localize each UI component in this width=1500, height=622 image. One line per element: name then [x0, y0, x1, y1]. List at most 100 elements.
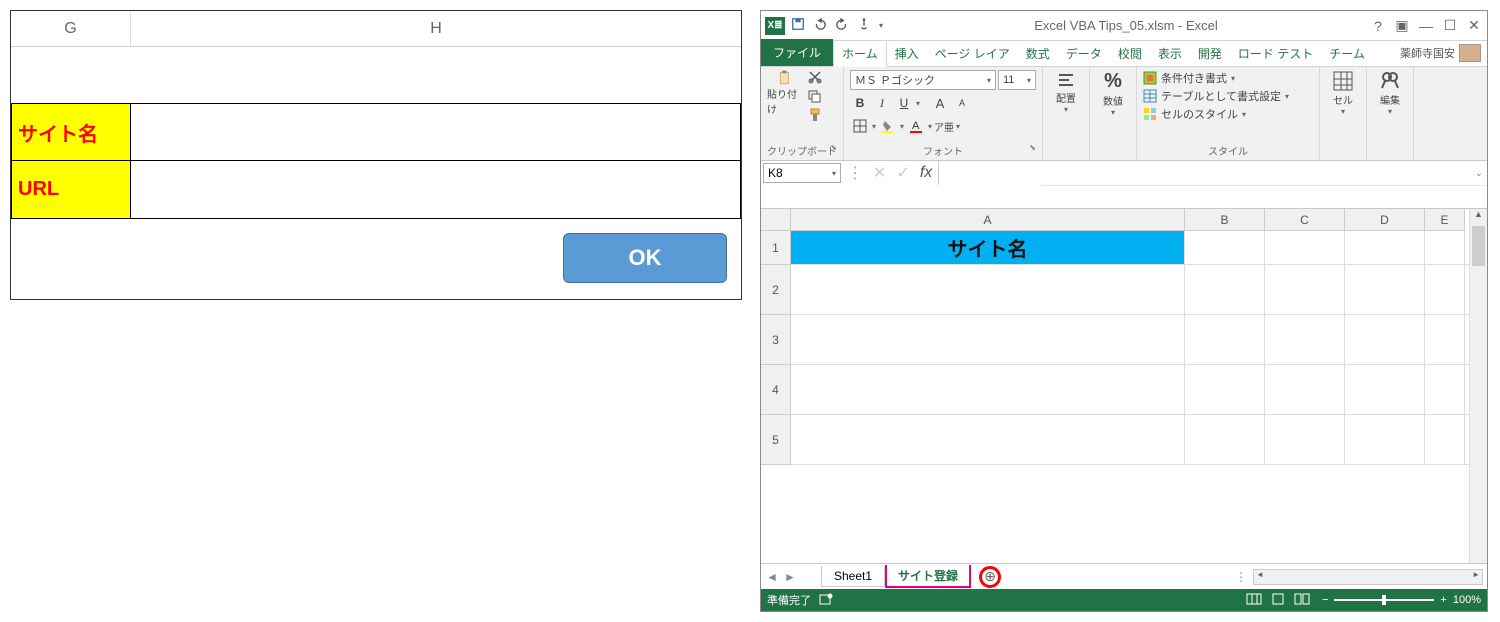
underline-button[interactable]: U	[894, 93, 914, 113]
tab-insert[interactable]: 挿入	[887, 41, 927, 66]
column-header-b[interactable]: B	[1185, 209, 1265, 231]
column-headers: G H	[11, 11, 741, 47]
group-font: ＭＳ Ｐゴシック▾ 11▾ B I U ▾ A A ▾	[844, 67, 1043, 160]
name-box[interactable]: K8▾	[763, 163, 841, 183]
copy-icon[interactable]	[807, 89, 823, 106]
excel-app-icon[interactable]: X≣	[765, 17, 785, 35]
vertical-scrollbar[interactable]: ▲	[1469, 209, 1487, 563]
column-header-g[interactable]: G	[11, 11, 131, 46]
cancel-formula-icon[interactable]: ✕	[873, 163, 886, 183]
tab-team[interactable]: チーム	[1321, 41, 1373, 66]
prev-sheet-icon[interactable]: ◄	[766, 570, 778, 584]
cell-a1[interactable]: サイト名	[791, 231, 1185, 264]
group-label-styles: スタイル	[1143, 142, 1313, 159]
sheet-tab-sheet1[interactable]: Sheet1	[821, 566, 885, 587]
font-color-button[interactable]: A	[906, 116, 926, 136]
formula-input[interactable]	[938, 161, 1471, 185]
cell-b1[interactable]	[1185, 231, 1265, 264]
fx-icon[interactable]: fx	[920, 164, 932, 182]
cut-icon[interactable]	[807, 70, 823, 87]
phonetic-button[interactable]: ア亜	[934, 116, 954, 136]
column-header-c[interactable]: C	[1265, 209, 1345, 231]
new-sheet-button[interactable]: ⊕	[979, 566, 1001, 588]
help-icon[interactable]: ?	[1369, 18, 1387, 34]
number-format-button[interactable]: % 数値 ▾	[1096, 70, 1130, 117]
group-editing: 編集 ▾ .	[1367, 67, 1414, 160]
column-header-a[interactable]: A	[791, 209, 1185, 231]
column-header-d[interactable]: D	[1345, 209, 1425, 231]
avatar	[1459, 44, 1481, 62]
expand-formula-bar-icon[interactable]: ⌄	[1471, 168, 1487, 179]
close-icon[interactable]: ✕	[1465, 17, 1483, 34]
cell-styles-button[interactable]: セルのスタイル▾	[1143, 106, 1313, 122]
redo-icon[interactable]	[835, 17, 849, 34]
group-alignment: 配置 ▾ .	[1043, 67, 1090, 160]
borders-button[interactable]	[850, 116, 870, 136]
find-button[interactable]: 編集 ▾	[1373, 70, 1407, 116]
cell-d1[interactable]	[1345, 231, 1425, 264]
format-painter-icon[interactable]	[807, 108, 823, 125]
sheet-tab-bar: ◄ ► Sheet1 サイト登録 ⊕ ⋮	[761, 563, 1487, 589]
tab-developer[interactable]: 開発	[1190, 41, 1230, 66]
row-header-2[interactable]: 2	[761, 265, 791, 315]
page-layout-view-icon[interactable]	[1270, 593, 1286, 608]
title-bar: X≣ ▾ Excel VBA Tips_05.xlsm - Excel ? ▣ …	[761, 11, 1487, 41]
ribbon-options-icon[interactable]: ▣	[1393, 17, 1411, 34]
zoom-level[interactable]: 100%	[1453, 594, 1481, 606]
bold-button[interactable]: B	[850, 93, 870, 113]
shrink-font-button[interactable]: A	[952, 93, 972, 113]
sheet-tab-site-register[interactable]: サイト登録	[885, 565, 971, 588]
conditional-formatting-button[interactable]: 条件付き書式▾	[1143, 70, 1313, 86]
tab-file[interactable]: ファイル	[761, 39, 833, 66]
row-header-1[interactable]: 1	[761, 231, 791, 265]
select-all-corner[interactable]	[761, 209, 791, 231]
group-styles: 条件付き書式▾ テーブルとして書式設定▾ セルのスタイル▾ スタイル	[1137, 67, 1320, 160]
enter-formula-icon[interactable]: ✓	[896, 163, 909, 183]
tab-page-layout[interactable]: ページ レイア	[927, 41, 1018, 66]
format-as-table-button[interactable]: テーブルとして書式設定▾	[1143, 88, 1313, 104]
cell-c1[interactable]	[1265, 231, 1345, 264]
next-sheet-icon[interactable]: ►	[784, 570, 796, 584]
group-label-clipboard: クリップボード	[767, 142, 837, 159]
font-name-select[interactable]: ＭＳ Ｐゴシック▾	[850, 70, 996, 90]
user-account[interactable]: 薬師寺国安	[1394, 40, 1487, 66]
horizontal-scrollbar[interactable]	[1253, 569, 1483, 585]
row-header-3[interactable]: 3	[761, 315, 791, 365]
cell-e1[interactable]	[1425, 231, 1465, 264]
tab-formulas[interactable]: 数式	[1018, 41, 1058, 66]
normal-view-icon[interactable]	[1246, 593, 1262, 608]
column-header-e[interactable]: E	[1425, 209, 1465, 231]
label-url: URL	[11, 161, 131, 219]
undo-icon[interactable]	[813, 17, 827, 34]
macro-record-icon[interactable]	[819, 592, 833, 609]
ok-button[interactable]: OK	[563, 233, 727, 283]
minimize-icon[interactable]: —	[1417, 18, 1435, 34]
input-site-name[interactable]	[131, 103, 741, 161]
zoom-slider[interactable]	[1334, 599, 1434, 601]
font-size-select[interactable]: 11▾	[998, 70, 1036, 90]
tab-view[interactable]: 表示	[1150, 41, 1190, 66]
page-break-view-icon[interactable]	[1294, 593, 1310, 608]
fill-color-button[interactable]	[878, 116, 898, 136]
tab-review[interactable]: 校閲	[1110, 41, 1150, 66]
row-header-4[interactable]: 4	[761, 365, 791, 415]
italic-button[interactable]: I	[872, 93, 892, 113]
input-url[interactable]	[131, 161, 741, 219]
cells-button[interactable]: セル ▾	[1326, 70, 1360, 116]
group-number: % 数値 ▾ .	[1090, 67, 1137, 160]
touch-mode-icon[interactable]	[857, 17, 871, 34]
row-header-5[interactable]: 5	[761, 415, 791, 465]
zoom-in-button[interactable]: +	[1440, 594, 1446, 606]
tab-data[interactable]: データ	[1058, 41, 1110, 66]
maximize-icon[interactable]: ☐	[1441, 17, 1459, 34]
zoom-out-button[interactable]: −	[1322, 594, 1328, 606]
tab-load-test[interactable]: ロード テスト	[1230, 41, 1321, 66]
tab-home[interactable]: ホーム	[833, 40, 887, 67]
grow-font-button[interactable]: A	[930, 93, 950, 113]
ribbon-tabs: ファイル ホーム 挿入 ページ レイア 数式 データ 校閲 表示 開発 ロード …	[761, 41, 1487, 67]
save-icon[interactable]	[791, 17, 805, 34]
paste-button[interactable]: 貼り付け	[767, 70, 803, 116]
column-header-h[interactable]: H	[131, 11, 741, 46]
alignment-button[interactable]: 配置 ▾	[1049, 70, 1083, 114]
worksheet-grid[interactable]: A B C D E 1 2 3 4 5 サイト名	[761, 209, 1487, 563]
